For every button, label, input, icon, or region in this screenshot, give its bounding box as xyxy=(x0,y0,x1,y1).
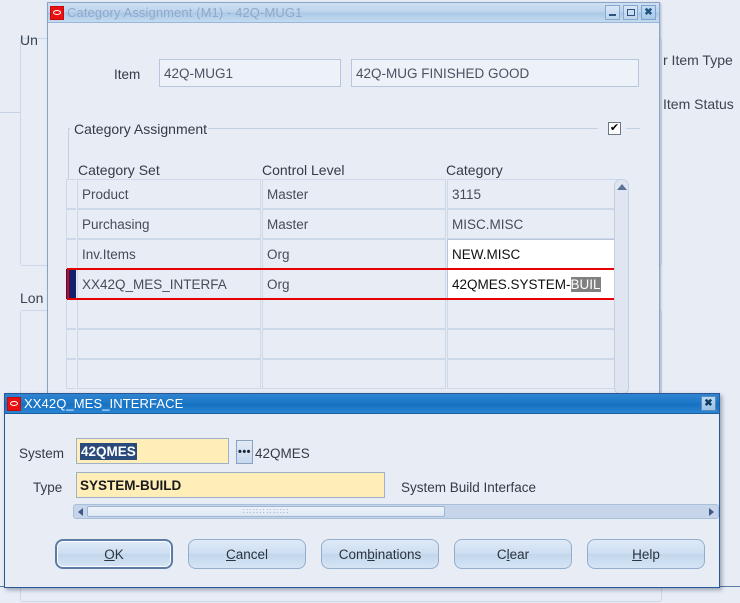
close-icon[interactable]: ✖ xyxy=(641,5,656,20)
cell-control-level[interactable]: Org xyxy=(262,239,446,269)
cell-category-set[interactable] xyxy=(77,359,261,389)
row-marker[interactable] xyxy=(66,209,76,239)
background-label-un: Un xyxy=(20,32,38,48)
table-row[interactable] xyxy=(66,299,624,329)
row-marker[interactable] xyxy=(66,239,76,269)
column-header-category-set: Category Set xyxy=(78,162,160,178)
row-marker-current[interactable] xyxy=(66,269,76,299)
cell-category-set[interactable]: Product xyxy=(77,179,261,209)
item-field[interactable]: 42Q-MUG1 xyxy=(159,59,341,87)
item-description-field[interactable]: 42Q-MUG FINISHED GOOD xyxy=(351,59,639,87)
cell-category[interactable]: NEW.MISC xyxy=(447,239,624,269)
background-label-item-type: r Item Type xyxy=(663,52,733,68)
minimize-icon[interactable] xyxy=(605,5,620,20)
close-icon[interactable]: ✖ xyxy=(701,396,716,411)
cell-category-text: 42QMES.SYSTEM- xyxy=(452,276,571,292)
category-assignment-checkbox[interactable]: ✔ xyxy=(608,122,621,135)
table-row[interactable]: Purchasing Master MISC.MISC xyxy=(66,209,624,239)
cell-category-set[interactable] xyxy=(77,299,261,329)
system-field[interactable]: 42QMES xyxy=(76,438,229,464)
oracle-icon xyxy=(7,396,21,411)
lov-dialog[interactable]: XX42Q_MES_INTERFACE ✖ System 42QMES ••• … xyxy=(4,393,720,588)
item-label: Item xyxy=(114,67,141,82)
system-description: 42QMES xyxy=(255,446,310,461)
background-divider-horizontal xyxy=(0,112,20,113)
category-window-titlebar[interactable]: Category Assignment (M1) - 42Q-MUG1 ✖ xyxy=(48,3,659,23)
table-row[interactable] xyxy=(66,359,624,389)
category-window-title: Category Assignment (M1) - 42Q-MUG1 xyxy=(67,5,303,20)
row-marker[interactable] xyxy=(66,179,76,209)
lov-dialog-titlebar[interactable]: XX42Q_MES_INTERFACE ✖ xyxy=(5,394,719,414)
cell-control-level[interactable] xyxy=(262,329,446,359)
category-window-controls[interactable]: ✖ xyxy=(605,5,656,20)
cell-category[interactable] xyxy=(447,329,624,359)
category-assignment-grid[interactable]: Product Master 3115 Purchasing Master MI… xyxy=(66,179,624,389)
hscroll-grip: ∷∷∷∷∷∷∷ xyxy=(242,507,290,516)
combinations-button-label: Combinations xyxy=(338,546,422,562)
type-label: Type xyxy=(33,480,63,495)
background-label-item-status: Item Status xyxy=(663,96,734,112)
cell-control-level[interactable] xyxy=(262,359,446,389)
scroll-right-icon[interactable] xyxy=(705,505,718,518)
ok-button[interactable]: OK xyxy=(55,539,173,569)
system-lov-button[interactable]: ••• xyxy=(236,440,253,464)
groupbox-top-line-end xyxy=(626,128,640,129)
cell-category[interactable]: 3115 xyxy=(447,179,624,209)
table-row[interactable]: Inv.Items Org NEW.MISC xyxy=(66,239,624,269)
cell-control-level[interactable]: Master xyxy=(262,179,446,209)
row-marker[interactable] xyxy=(66,329,76,359)
cell-category-set[interactable]: Purchasing xyxy=(77,209,261,239)
cancel-button[interactable]: Cancel xyxy=(188,539,306,569)
cancel-button-label: Cancel xyxy=(225,546,269,562)
hscroll-thumb[interactable]: ∷∷∷∷∷∷∷ xyxy=(87,506,445,517)
type-description: System Build Interface xyxy=(401,480,537,495)
ok-button-label: OK xyxy=(104,546,124,562)
background-label-lon: Lon xyxy=(20,290,44,306)
help-button[interactable]: Help xyxy=(587,539,705,569)
system-label: System xyxy=(19,446,65,461)
maximize-icon[interactable] xyxy=(623,5,638,20)
table-row[interactable]: Product Master 3115 xyxy=(66,179,624,209)
cell-category-set[interactable]: XX42Q_MES_INTERFA xyxy=(77,269,261,299)
groupbox-title: Category Assignment xyxy=(70,121,212,137)
table-row-current[interactable]: XX42Q_MES_INTERFA Org 42QMES.SYSTEM- BUIL xyxy=(66,269,624,299)
row-marker[interactable] xyxy=(66,359,76,389)
lov-horizontal-scrollbar[interactable]: ∷∷∷∷∷∷∷ xyxy=(73,504,719,519)
scroll-up-icon[interactable] xyxy=(616,184,627,190)
lov-dialog-controls[interactable]: ✖ xyxy=(701,396,716,411)
cell-control-level[interactable]: Org xyxy=(262,269,446,299)
cell-category-editing[interactable]: 42QMES.SYSTEM- BUIL xyxy=(447,269,624,299)
grid-vertical-scrollbar[interactable] xyxy=(614,179,629,395)
cell-category-set[interactable] xyxy=(77,329,261,359)
cell-category-set[interactable]: Inv.Items xyxy=(77,239,261,269)
clear-button[interactable]: Clear xyxy=(454,539,572,569)
groupbox-top-line-right xyxy=(208,128,598,129)
oracle-icon xyxy=(50,5,64,20)
cell-control-level[interactable] xyxy=(262,299,446,329)
system-field-selected-text: 42QMES xyxy=(80,442,137,460)
cell-control-level[interactable]: Master xyxy=(262,209,446,239)
lov-dialog-title: XX42Q_MES_INTERFACE xyxy=(24,396,184,411)
cell-category[interactable] xyxy=(447,299,624,329)
cell-category-selected-text: BUIL xyxy=(570,276,601,292)
category-assignment-window[interactable]: Category Assignment (M1) - 42Q-MUG1 ✖ It… xyxy=(47,2,660,402)
table-row[interactable] xyxy=(66,329,624,359)
column-header-control-level: Control Level xyxy=(262,162,345,178)
column-header-category: Category xyxy=(446,162,503,178)
help-button-label: Help xyxy=(632,546,660,562)
combinations-button[interactable]: Combinations xyxy=(321,539,439,569)
cell-category[interactable] xyxy=(447,359,624,389)
clear-button-label: Clear xyxy=(496,546,530,562)
cell-category[interactable]: MISC.MISC xyxy=(447,209,624,239)
row-marker[interactable] xyxy=(66,299,76,329)
type-field[interactable]: SYSTEM-BUILD xyxy=(76,472,385,498)
scroll-left-icon[interactable] xyxy=(74,505,87,518)
